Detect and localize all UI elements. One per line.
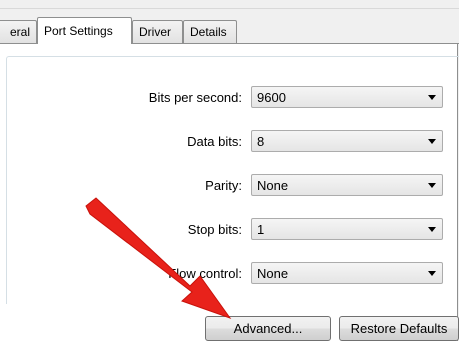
stop-bits-select[interactable]: 1 (251, 218, 443, 240)
flow-control-value: None (257, 266, 289, 281)
parity-value: None (257, 178, 289, 193)
bits-per-second-value: 9600 (257, 90, 286, 105)
data-bits-value: 8 (257, 134, 265, 149)
chevron-down-icon (428, 227, 436, 232)
flow-control-select[interactable]: None (251, 262, 443, 284)
tab-general-label: eral (9, 25, 30, 39)
chevron-down-icon (428, 95, 436, 100)
stop-bits-label: Stop bits: (187, 222, 242, 237)
tab-details[interactable]: Details (183, 20, 237, 43)
flow-control-label: Flow control: (168, 266, 242, 281)
tab-strip: eral Port Settings Driver Details (0, 0, 459, 44)
bits-per-second-select[interactable]: 9600 (251, 86, 443, 108)
chevron-down-icon (428, 183, 436, 188)
tab-general[interactable]: eral (0, 20, 37, 43)
tab-driver[interactable]: Driver (132, 20, 183, 43)
tab-port-settings-label: Port Settings (44, 24, 113, 38)
restore-defaults-button[interactable]: Restore Defaults (339, 316, 459, 341)
parity-select[interactable]: None (251, 174, 443, 196)
tab-details-label: Details (190, 25, 227, 39)
bits-per-second-label: Bits per second: (148, 90, 242, 105)
data-bits-label: Data bits: (187, 134, 242, 149)
data-bits-select[interactable]: 8 (251, 130, 443, 152)
top-divider (0, 8, 459, 9)
chevron-down-icon (428, 139, 436, 144)
stop-bits-value: 1 (257, 222, 265, 237)
tab-port-settings[interactable]: Port Settings (37, 17, 132, 44)
chevron-down-icon (428, 271, 436, 276)
advanced-button[interactable]: Advanced... (205, 316, 331, 341)
tab-driver-label: Driver (139, 25, 171, 39)
parity-label: Parity: (205, 178, 242, 193)
